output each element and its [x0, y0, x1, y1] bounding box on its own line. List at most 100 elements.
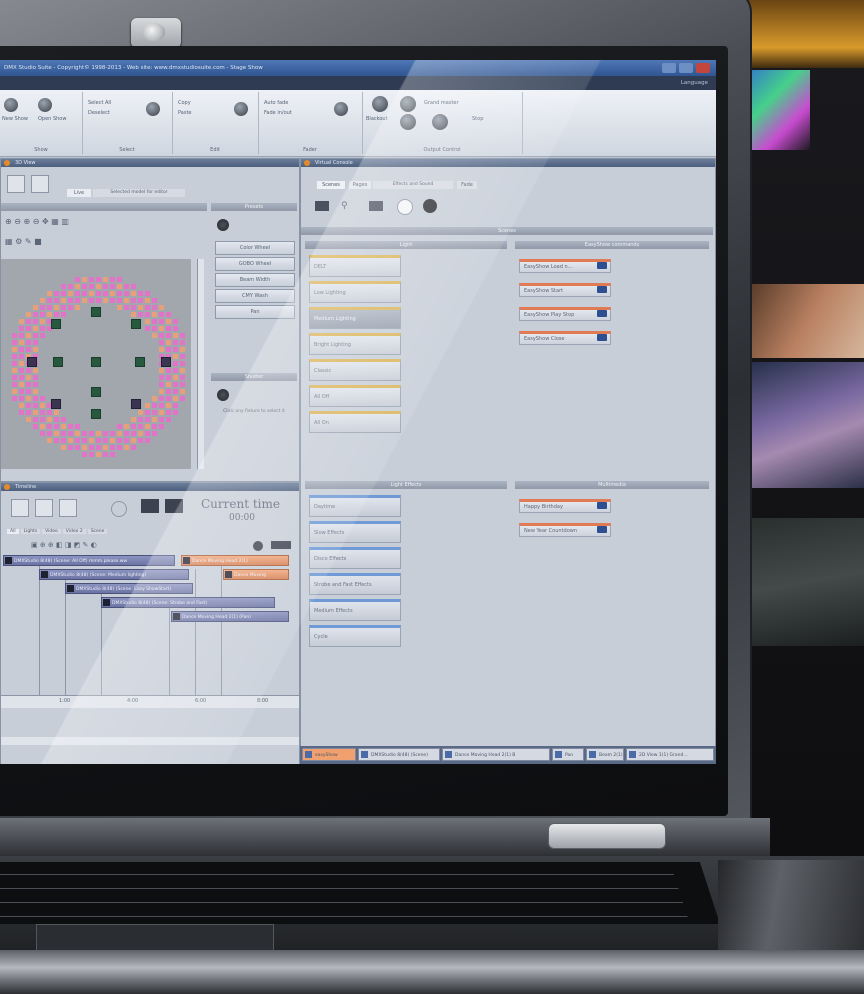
stage-pixel[interactable] [166, 389, 171, 394]
multimedia-cue[interactable]: Happy Birthday [519, 499, 611, 513]
stage-pixel[interactable] [152, 431, 157, 436]
stage-pixel[interactable] [124, 438, 129, 443]
stage-pixel[interactable] [47, 417, 52, 422]
stage-pixel[interactable] [40, 333, 45, 338]
stage-fixture[interactable] [91, 387, 101, 397]
tab-video-2[interactable]: Video 2 [62, 529, 86, 534]
stage-pixel[interactable] [166, 333, 171, 338]
stage-pixel[interactable] [173, 347, 178, 352]
stage-pixel[interactable] [12, 347, 17, 352]
stage-pixel[interactable] [131, 438, 136, 443]
stage-pixel[interactable] [159, 340, 164, 345]
view-toggle-button[interactable] [7, 175, 25, 193]
stage-pixel[interactable] [12, 333, 17, 338]
stage-fixture[interactable] [91, 307, 101, 317]
light-cue-selected[interactable]: Medium Lighting [309, 307, 401, 329]
stage-pixel[interactable] [26, 375, 31, 380]
light-cue[interactable]: Classic [309, 359, 401, 381]
stage-pixel[interactable] [12, 396, 17, 401]
stage-pixel[interactable] [54, 417, 59, 422]
stage-pixel[interactable] [54, 298, 59, 303]
effect-cue[interactable]: Daytime [309, 495, 401, 517]
stage-pixel[interactable] [166, 382, 171, 387]
tab-scene[interactable]: Scene [87, 529, 108, 534]
stage-pixel[interactable] [166, 410, 171, 415]
stage-pixel[interactable] [159, 403, 164, 408]
stage-pixel[interactable] [138, 298, 143, 303]
stage-pixel[interactable] [26, 396, 31, 401]
timeline-ruler[interactable]: 1:00 4:00 6:00 8:00 [1, 695, 299, 708]
stage-pixel[interactable] [166, 312, 171, 317]
stage-fixture[interactable] [131, 399, 141, 409]
light-on-icon[interactable] [397, 199, 413, 215]
stage-pixel[interactable] [152, 417, 157, 422]
stage-pixel[interactable] [40, 298, 45, 303]
stage-pixel[interactable] [26, 333, 31, 338]
stop-icon[interactable] [35, 499, 53, 517]
loop-icon[interactable] [111, 501, 127, 517]
stage-pixel[interactable] [145, 417, 150, 422]
stage-pixel[interactable] [12, 389, 17, 394]
stage-pixel[interactable] [82, 291, 87, 296]
light-cue[interactable]: All On [309, 411, 401, 433]
close-icon[interactable] [696, 63, 710, 73]
stage-pixel[interactable] [166, 396, 171, 401]
stage-fixture[interactable] [161, 357, 171, 367]
stage-pixel[interactable] [124, 291, 129, 296]
stage-pixel[interactable] [61, 445, 66, 450]
stage-pixel[interactable] [75, 284, 80, 289]
stage-pixel[interactable] [68, 424, 73, 429]
timeline-scrollbar[interactable] [1, 737, 299, 745]
open-show-button[interactable] [38, 98, 52, 112]
stage-pixel[interactable] [12, 361, 17, 366]
effect-cue[interactable]: Medium Effects [309, 599, 401, 621]
stage-pixel[interactable] [61, 438, 66, 443]
stage-pixel[interactable] [54, 410, 59, 415]
stage-pixel[interactable] [124, 305, 129, 310]
stage-pixel[interactable] [47, 298, 52, 303]
stage-pixel[interactable] [110, 298, 115, 303]
stage-pixel[interactable] [12, 368, 17, 373]
stage-pixel[interactable] [75, 445, 80, 450]
stage-pixel[interactable] [47, 305, 52, 310]
stage-pixel[interactable] [166, 319, 171, 324]
stage-pixel[interactable] [47, 438, 52, 443]
light-cue[interactable]: All Off [309, 385, 401, 407]
stage-pixel[interactable] [124, 445, 129, 450]
stage-pixel[interactable] [75, 277, 80, 282]
stage-pixel[interactable] [75, 305, 80, 310]
stage-pixel[interactable] [40, 424, 45, 429]
stage-pixel[interactable] [68, 431, 73, 436]
stage-pixel[interactable] [33, 375, 38, 380]
stage-pixel[interactable] [96, 277, 101, 282]
image-icon[interactable] [315, 201, 329, 211]
stage-pixel[interactable] [124, 431, 129, 436]
stage-fixture[interactable] [51, 399, 61, 409]
stage-pixel[interactable] [166, 375, 171, 380]
ribbon-label[interactable]: Select All [88, 100, 111, 106]
effect-cue[interactable]: Strobe and Fast Effects [309, 573, 401, 595]
stage-pixel[interactable] [19, 333, 24, 338]
stage-pixel[interactable] [26, 319, 31, 324]
stage-pixel[interactable] [33, 319, 38, 324]
tab-fade[interactable]: Fade [457, 181, 477, 189]
stage-pixel[interactable] [180, 354, 185, 359]
stage-pixel[interactable] [89, 291, 94, 296]
stage-pixel[interactable] [159, 417, 164, 422]
tab-selected-model[interactable]: Selected model for editor [93, 189, 185, 197]
stage-pixel[interactable] [19, 340, 24, 345]
stage-pixel[interactable] [180, 389, 185, 394]
stage-pixel[interactable] [68, 284, 73, 289]
stage-fixture[interactable] [135, 357, 145, 367]
preset-button[interactable]: Pan [215, 305, 295, 319]
tab-lights[interactable]: Lights [20, 529, 41, 534]
stage-pixel[interactable] [33, 389, 38, 394]
stage-pixel[interactable] [159, 312, 164, 317]
preset-button[interactable]: GOBO Wheel [215, 257, 295, 271]
presets-gear-icon[interactable] [217, 219, 229, 231]
stage-pixel[interactable] [54, 305, 59, 310]
stage-pixel[interactable] [103, 298, 108, 303]
stage-pixel[interactable] [103, 284, 108, 289]
output-knob[interactable] [432, 114, 448, 130]
stage-pixel[interactable] [138, 291, 143, 296]
